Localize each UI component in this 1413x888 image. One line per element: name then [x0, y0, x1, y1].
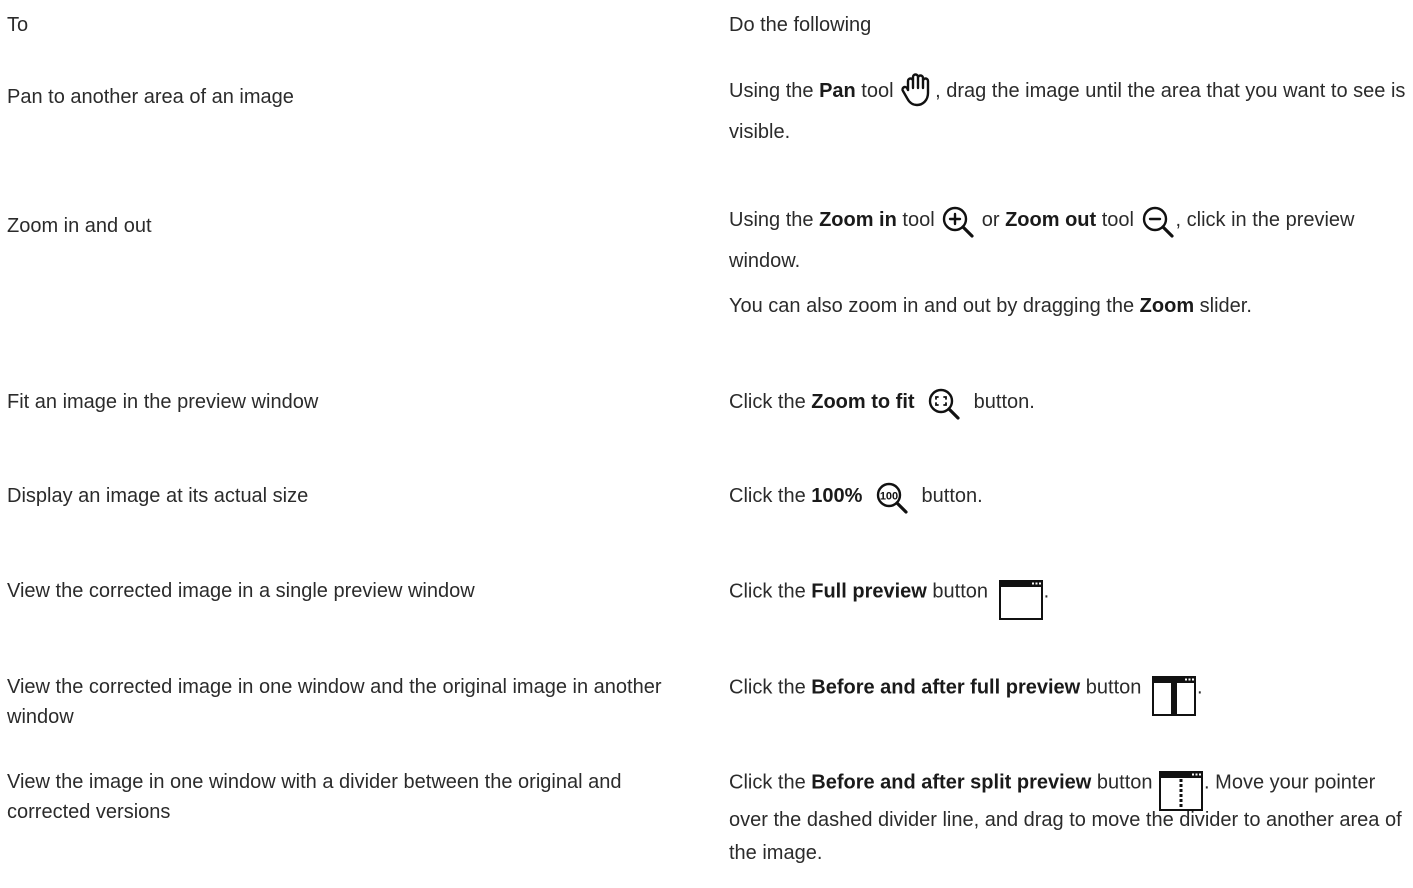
row-instructions: Using the Zoom in tool or Zoom out tool …: [729, 200, 1409, 327]
row-instructions: Click the Zoom to fit button.: [729, 382, 1409, 423]
zoom-to-fit-icon: [926, 387, 962, 423]
row-instructions: Using the Pan tool , drag the image unti…: [729, 71, 1409, 153]
header-to: To: [7, 14, 29, 36]
row-task: View the corrected image in one window a…: [7, 676, 662, 728]
row-instructions: Click the Full preview button .: [729, 571, 1409, 620]
row-task: Zoom in and out: [7, 215, 152, 237]
row-task: View the image in one window with a divi…: [7, 771, 622, 823]
row-instructions: Click the Before and after split preview…: [729, 770, 1402, 864]
zoom-in-icon: [940, 205, 976, 241]
row-instructions: Click the 100% 100 button.: [729, 476, 1409, 517]
before-after-full-preview-icon: [1151, 675, 1197, 717]
row-task: Fit an image in the preview window: [7, 391, 319, 413]
pan-hand-icon: [899, 71, 935, 107]
row-task: Display an image at its actual size: [7, 485, 309, 507]
zoom-100-icon: 100: [874, 481, 910, 517]
row-instructions: Click the Before and after full preview …: [729, 667, 1409, 716]
row-task: View the corrected image in a single pre…: [7, 580, 475, 602]
zoom-out-icon: [1140, 205, 1176, 241]
header-do-following: Do the following: [729, 14, 872, 36]
full-preview-icon: [998, 579, 1044, 621]
row-task: Pan to another area of an image: [7, 86, 294, 108]
zoom-100-icon-text: 100: [880, 490, 898, 502]
before-after-split-preview-icon: [1158, 770, 1204, 812]
pan-tool-label: Pan: [819, 80, 856, 102]
